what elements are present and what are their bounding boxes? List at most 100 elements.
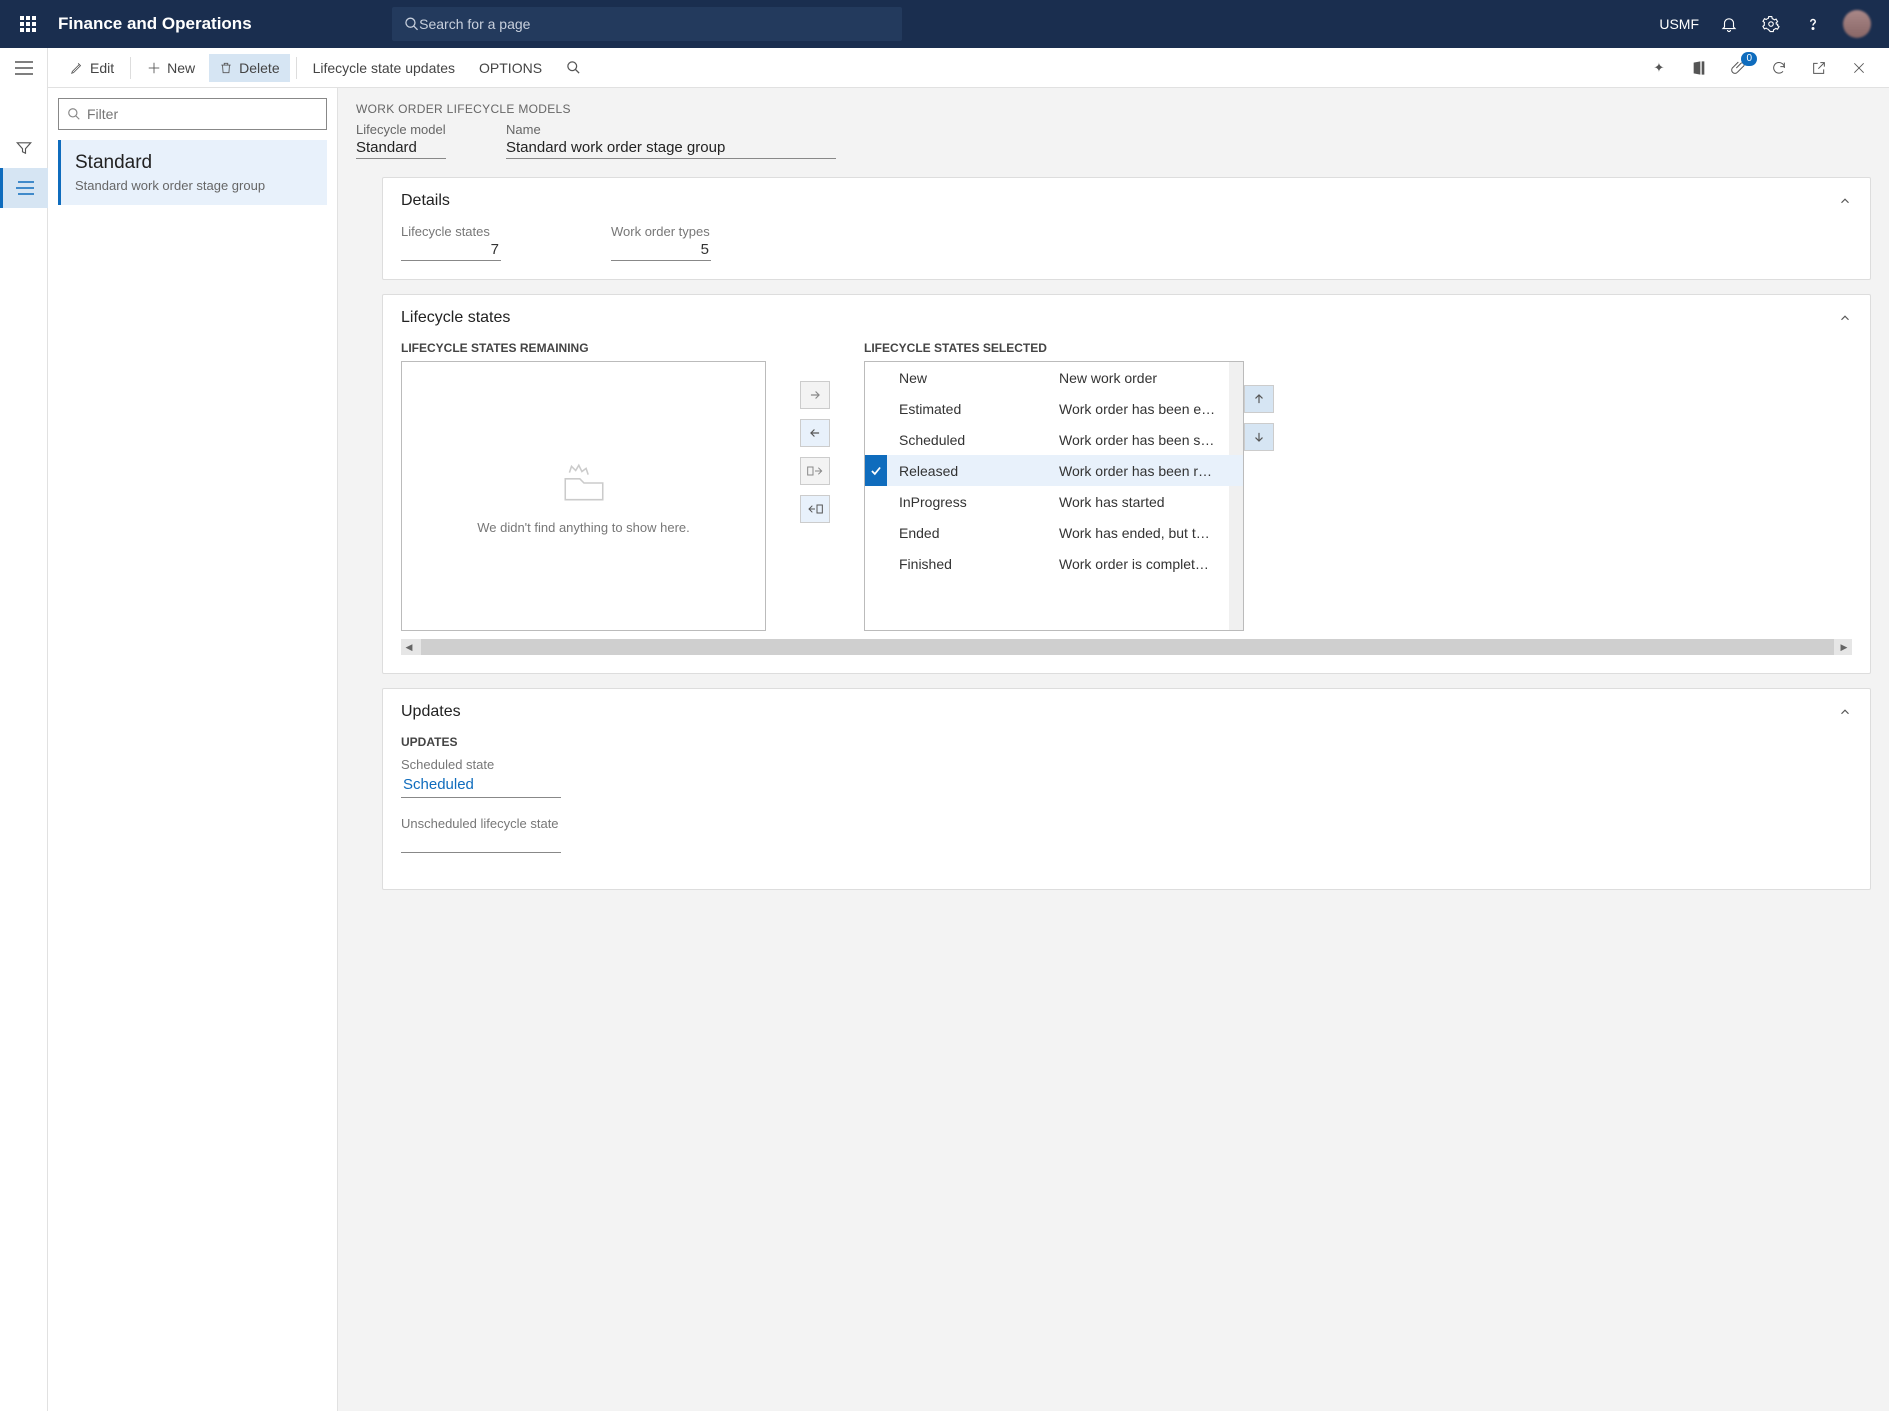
- selected-row[interactable]: ReleasedWork order has been r…: [865, 455, 1243, 486]
- brand-title: Finance and Operations: [58, 14, 252, 34]
- updates-card: Updates UPDATES Scheduled state Schedule…: [382, 688, 1871, 890]
- state-name: New: [899, 370, 1059, 386]
- rail-hamburger-icon[interactable]: [0, 48, 48, 88]
- model-label: Lifecycle model: [356, 122, 446, 137]
- rail-list-icon[interactable]: [0, 168, 48, 208]
- list-item-subtitle: Standard work order stage group: [75, 178, 313, 193]
- move-all-left-icon: [807, 503, 823, 515]
- attach-icon[interactable]: 0: [1729, 58, 1749, 78]
- global-search[interactable]: [392, 7, 902, 41]
- chevron-up-icon: [1838, 705, 1852, 719]
- name-value[interactable]: Standard work order stage group: [506, 137, 836, 159]
- new-button[interactable]: New: [137, 54, 205, 82]
- scheduled-state-value[interactable]: Scheduled: [401, 772, 561, 798]
- search-icon: [67, 107, 81, 121]
- company-picker[interactable]: USMF: [1659, 16, 1699, 32]
- details-card-header[interactable]: Details: [383, 178, 1870, 224]
- lifecycle-title: Lifecycle states: [401, 309, 510, 327]
- lifecycle-count-value: 7: [401, 239, 501, 261]
- global-search-input[interactable]: [419, 16, 890, 32]
- state-name: Ended: [899, 525, 1059, 541]
- state-description: Work has ended, but t…: [1059, 525, 1243, 541]
- selected-row[interactable]: InProgressWork has started: [865, 486, 1243, 517]
- delete-button[interactable]: Delete: [209, 54, 289, 82]
- list-item[interactable]: Standard Standard work order stage group: [58, 140, 327, 205]
- workorder-types-value: 5: [611, 239, 711, 261]
- arrow-left-icon: [808, 426, 822, 440]
- plus-icon: [147, 61, 161, 75]
- updates-card-header[interactable]: Updates: [383, 689, 1870, 735]
- move-left-button[interactable]: [800, 419, 830, 447]
- help-icon[interactable]: [1801, 12, 1825, 36]
- scroll-thumb[interactable]: [421, 639, 1834, 655]
- trash-icon: [219, 61, 233, 75]
- bell-icon[interactable]: [1717, 12, 1741, 36]
- remaining-heading: LIFECYCLE STATES REMAINING: [401, 341, 766, 355]
- move-all-left-button[interactable]: [800, 495, 830, 523]
- selected-list[interactable]: NewNew work orderEstimatedWork order has…: [864, 361, 1244, 631]
- state-name: Released: [899, 463, 1059, 479]
- updates-section-heading: UPDATES: [401, 735, 1852, 749]
- detail-panel: WORK ORDER LIFECYCLE MODELS Lifecycle mo…: [338, 88, 1889, 1411]
- move-right-button[interactable]: [800, 381, 830, 409]
- state-name: Estimated: [899, 401, 1059, 417]
- selected-heading: LIFECYCLE STATES SELECTED: [864, 341, 1244, 355]
- state-description: Work order has been s…: [1059, 432, 1243, 448]
- remaining-list[interactable]: We didn't find anything to show here.: [401, 361, 766, 631]
- office-icon[interactable]: [1689, 58, 1709, 78]
- workorder-types-label: Work order types: [611, 224, 711, 239]
- edit-button[interactable]: Edit: [60, 54, 124, 82]
- selected-row[interactable]: ScheduledWork order has been s…: [865, 424, 1243, 455]
- actionbar-search-icon[interactable]: [556, 54, 591, 81]
- filter-box[interactable]: [58, 98, 327, 130]
- refresh-icon[interactable]: [1769, 58, 1789, 78]
- page-section-label: WORK ORDER LIFECYCLE MODELS: [356, 102, 1871, 116]
- app-launcher-icon[interactable]: [8, 0, 48, 48]
- selected-row[interactable]: FinishedWork order is complet…: [865, 548, 1243, 579]
- record-list-panel: Standard Standard work order stage group: [48, 88, 338, 1411]
- state-description: Work has started: [1059, 494, 1243, 510]
- selected-row[interactable]: NewNew work order: [865, 362, 1243, 393]
- unscheduled-state-value[interactable]: [401, 831, 561, 853]
- new-label: New: [167, 60, 195, 76]
- lifecycle-states-card: Lifecycle states LIFECYCLE STATES REMAIN…: [382, 294, 1871, 674]
- state-name: Finished: [899, 556, 1059, 572]
- popout-icon[interactable]: [1809, 58, 1829, 78]
- gear-icon[interactable]: [1759, 12, 1783, 36]
- edit-label: Edit: [90, 60, 114, 76]
- state-description: Work order has been r…: [1059, 463, 1243, 479]
- check-icon: [865, 455, 887, 486]
- lifecycle-count-label: Lifecycle states: [401, 224, 501, 239]
- scroll-left-icon[interactable]: ◀: [401, 639, 417, 655]
- rail-filter-icon[interactable]: [0, 128, 48, 168]
- lifecycle-card-header[interactable]: Lifecycle states: [383, 295, 1870, 341]
- state-description: Work order is complet…: [1059, 556, 1243, 572]
- close-icon[interactable]: [1849, 58, 1869, 78]
- ai-icon[interactable]: ✦: [1649, 58, 1669, 78]
- selected-row[interactable]: EstimatedWork order has been e…: [865, 393, 1243, 424]
- filter-input[interactable]: [87, 106, 318, 122]
- selected-row[interactable]: EndedWork has ended, but t…: [865, 517, 1243, 548]
- horizontal-scrollbar[interactable]: ◀ ▶: [401, 639, 1852, 655]
- reorder-down-button[interactable]: [1244, 423, 1274, 451]
- user-avatar[interactable]: [1843, 10, 1871, 38]
- state-name: Scheduled: [899, 432, 1059, 448]
- state-description: New work order: [1059, 370, 1243, 386]
- details-card: Details Lifecycle states 7 Work order ty…: [382, 177, 1871, 280]
- top-navbar: Finance and Operations USMF: [0, 0, 1889, 48]
- reorder-up-button[interactable]: [1244, 385, 1274, 413]
- model-value[interactable]: Standard: [356, 137, 446, 159]
- move-all-right-button[interactable]: [800, 457, 830, 485]
- details-title: Details: [401, 192, 450, 210]
- options-button[interactable]: OPTIONS: [469, 54, 552, 82]
- left-rail: [0, 48, 48, 1411]
- updates-title: Updates: [401, 703, 461, 721]
- name-label: Name: [506, 122, 836, 137]
- state-name: InProgress: [899, 494, 1059, 510]
- lifecycle-updates-button[interactable]: Lifecycle state updates: [303, 54, 465, 82]
- arrow-right-icon: [808, 388, 822, 402]
- list-item-title: Standard: [75, 152, 313, 174]
- scroll-right-icon[interactable]: ▶: [1836, 639, 1852, 655]
- chevron-up-icon: [1838, 311, 1852, 325]
- search-icon: [404, 16, 419, 32]
